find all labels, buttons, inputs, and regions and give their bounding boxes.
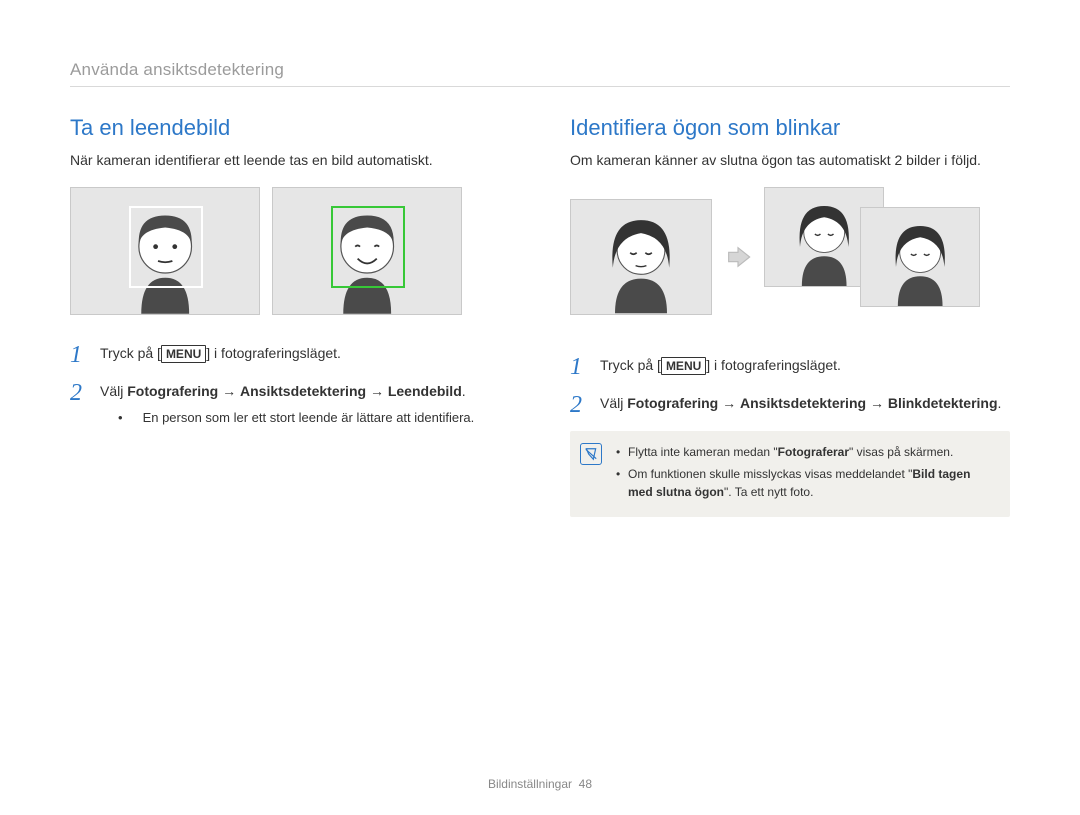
blink-steps: 1 Tryck på [MENU] i fotograferingsläget.… [570,355,1010,417]
section-desc-blink: Om kameran känner av slutna ögon tas aut… [570,151,1010,171]
step-text: Välj Fotografering → Ansiktsdetektering … [100,381,474,442]
blink-photo-single [570,199,712,315]
blink-images [570,187,1010,327]
blink-photo-stack [764,187,994,327]
blink-section: Identifiera ögon som blinkar Om kameran … [570,115,1010,517]
t: Ansiktsdetektering [740,395,866,411]
note-item: Om funktionen skulle misslyckas visas me… [616,465,996,501]
page-footer: Bildinställningar 48 [0,777,1080,791]
section-title-blink: Identifiera ögon som blinkar [570,115,1010,141]
step-1: 1 Tryck på [MENU] i fotograferingsläget. [70,343,510,367]
t: Välj [600,395,627,411]
step1-pre: Tryck på [ [100,345,161,361]
t: Fotografering [127,383,218,399]
t: Ansiktsdetektering [240,383,366,399]
stacked-photo-front [860,207,980,307]
step-number: 2 [70,381,88,405]
t: ] i fotograferingsläget. [706,357,841,373]
t: Välj [100,383,127,399]
footer-page-number: 48 [579,777,592,791]
smile-shot-section: Ta en leendebild När kameran identifiera… [70,115,510,517]
section-title-smile: Ta en leendebild [70,115,510,141]
t: Blinkdetektering [888,395,998,411]
note-icon [580,443,602,465]
two-column-layout: Ta en leendebild När kameran identifiera… [70,115,1010,517]
t: Fotograferar [778,445,849,459]
smile-steps: 1 Tryck på [MENU] i fotograferingsläget.… [70,343,510,442]
step-2: 2 Välj Fotografering → Ansiktsdetekterin… [570,393,1010,417]
t: Fotografering [627,395,718,411]
face-detection-box-green [331,206,405,288]
t: Om funktionen skulle misslyckas visas me… [628,467,912,481]
step-number: 1 [570,355,588,379]
step-1: 1 Tryck på [MENU] i fotograferingsläget. [570,355,1010,379]
menu-button-label: MENU [661,357,706,375]
step1-post: ] i fotograferingsläget. [206,345,341,361]
note-list: Flytta inte kameran medan "Fotograferar"… [616,443,996,501]
step-number: 1 [70,343,88,367]
t: → [218,383,240,399]
t: Tryck på [ [600,357,661,373]
section-desc-smile: När kameran identifierar ett leende tas … [70,151,510,171]
manual-page: Använda ansiktsdetektering Ta en leendeb… [0,0,1080,815]
step-text: Tryck på [MENU] i fotograferingsläget. [600,355,841,376]
step-2: 2 Välj Fotografering → Ansiktsdetekterin… [70,381,510,442]
note-box: Flytta inte kameran medan "Fotograferar"… [570,431,1010,517]
step-number: 2 [570,393,588,417]
footer-section: Bildinställningar [488,777,572,791]
step2-bullets: En person som ler ett stort leende är lä… [100,408,474,428]
divider [70,86,1010,87]
t: ". Ta ett nytt foto. [724,485,813,499]
bullet: En person som ler ett stort leende är lä… [118,408,474,428]
step-text: Välj Fotografering → Ansiktsdetektering … [600,393,1001,414]
t: . [462,383,466,399]
arrow-right-icon [724,243,752,271]
face-detection-box-white [129,206,203,288]
t: Flytta inte kameran medan " [628,445,778,459]
smile-images [70,187,510,315]
face-illustration [585,205,697,313]
t: . [998,395,1002,411]
face-illustration [777,193,871,286]
t: → [866,395,888,411]
t: → [366,383,388,399]
t: → [718,395,740,411]
note-item: Flytta inte kameran medan "Fotograferar"… [616,443,996,461]
step-text: Tryck på [MENU] i fotograferingsläget. [100,343,341,364]
t: " visas på skärmen. [849,445,953,459]
menu-button-label: MENU [161,345,206,363]
t: Leendebild [388,383,462,399]
face-illustration [873,213,967,306]
smile-photo-neutral [70,187,260,315]
breadcrumb: Använda ansiktsdetektering [70,60,1010,80]
smile-photo-smiling [272,187,462,315]
